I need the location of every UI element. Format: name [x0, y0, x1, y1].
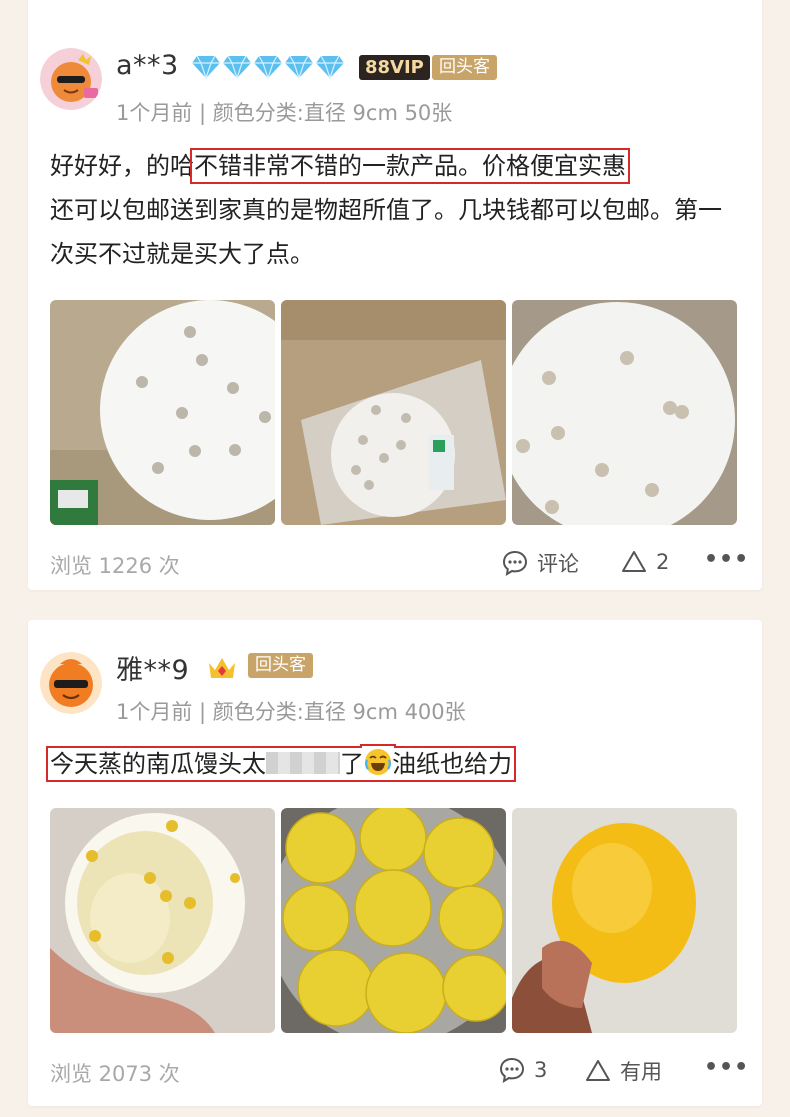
comment-button[interactable]: 评论: [501, 548, 579, 578]
diamond-icon: [254, 55, 282, 80]
vip-badge: 88VIP: [359, 55, 430, 80]
highlighted-text: 不错非常不错的一款产品。价格便宜实惠: [190, 148, 630, 184]
username[interactable]: 雅**9: [116, 648, 189, 687]
review-text: 今天蒸的南瓜馒头太 了油纸也给力: [46, 742, 740, 786]
like-triangle-icon: [586, 1060, 610, 1081]
comment-icon: [499, 1057, 525, 1083]
review-text-start: 好好好，的哈: [50, 152, 194, 180]
comment-icon: [502, 550, 528, 576]
review-card: 雅**9 回头客 1个月前 | 颜色分类:直径 9cm 400张 今天蒸的南瓜馒…: [28, 620, 762, 1106]
review-text-part: 了: [340, 750, 364, 778]
comment-count: 3: [534, 1058, 548, 1082]
like-triangle-icon: [622, 551, 646, 572]
vip-diamonds: [191, 54, 345, 80]
review-meta: 1个月前 | 颜色分类:直径 9cm 400张: [116, 700, 466, 724]
username[interactable]: a**3: [116, 50, 179, 81]
review-photo[interactable]: [50, 808, 275, 1033]
return-customer-badge: 回头客: [432, 55, 497, 80]
review-text-part: 油纸也给力: [392, 750, 512, 778]
review-text-part: 今天蒸的南瓜馒头太: [50, 750, 266, 778]
avatar[interactable]: [40, 652, 102, 714]
diamond-icon: [223, 55, 251, 80]
useful-label: 有用: [620, 1060, 662, 1084]
highlighted-text: 今天蒸的南瓜馒头太 了油纸也给力: [46, 746, 516, 782]
more-icon[interactable]: •••: [704, 1055, 749, 1080]
return-customer-badge: 回头客: [248, 653, 313, 678]
comment-label: 评论: [537, 552, 579, 576]
laugh-emoji-icon: [365, 749, 391, 775]
diamond-icon: [316, 55, 344, 80]
comment-button[interactable]: 3: [498, 1056, 547, 1084]
like-count: 2: [656, 550, 670, 574]
diamond-icon: [285, 55, 313, 80]
review-photo[interactable]: [281, 300, 506, 525]
view-count: 浏览 1226 次: [50, 554, 180, 578]
review-photo[interactable]: [512, 808, 737, 1033]
review-photo[interactable]: [281, 808, 506, 1033]
useful-button[interactable]: 有用: [584, 1056, 662, 1086]
more-icon[interactable]: •••: [704, 547, 749, 572]
review-card: a**3 88VIP 回头客 1个月前 | 颜色分类:直径 9cm 50张 好好…: [28, 0, 762, 590]
review-meta: 1个月前 | 颜色分类:直径 9cm 50张: [116, 101, 453, 125]
like-button[interactable]: 2: [620, 548, 669, 576]
review-text: 好好好，的哈不错非常不错的一款产品。价格便宜实惠 还可以包邮送到家真的是物超所值…: [50, 144, 740, 276]
diamond-icon: [192, 55, 220, 80]
view-count: 浏览 2073 次: [50, 1062, 180, 1086]
review-text-rest: 还可以包邮送到家真的是物超所值了。几块钱都可以包邮。第一次买不过就是买大了点。: [50, 196, 722, 268]
review-photo[interactable]: [512, 300, 737, 525]
crown-icon: [209, 658, 235, 678]
censored-word: [266, 752, 340, 774]
avatar[interactable]: [40, 48, 102, 110]
review-photo[interactable]: [50, 300, 275, 525]
